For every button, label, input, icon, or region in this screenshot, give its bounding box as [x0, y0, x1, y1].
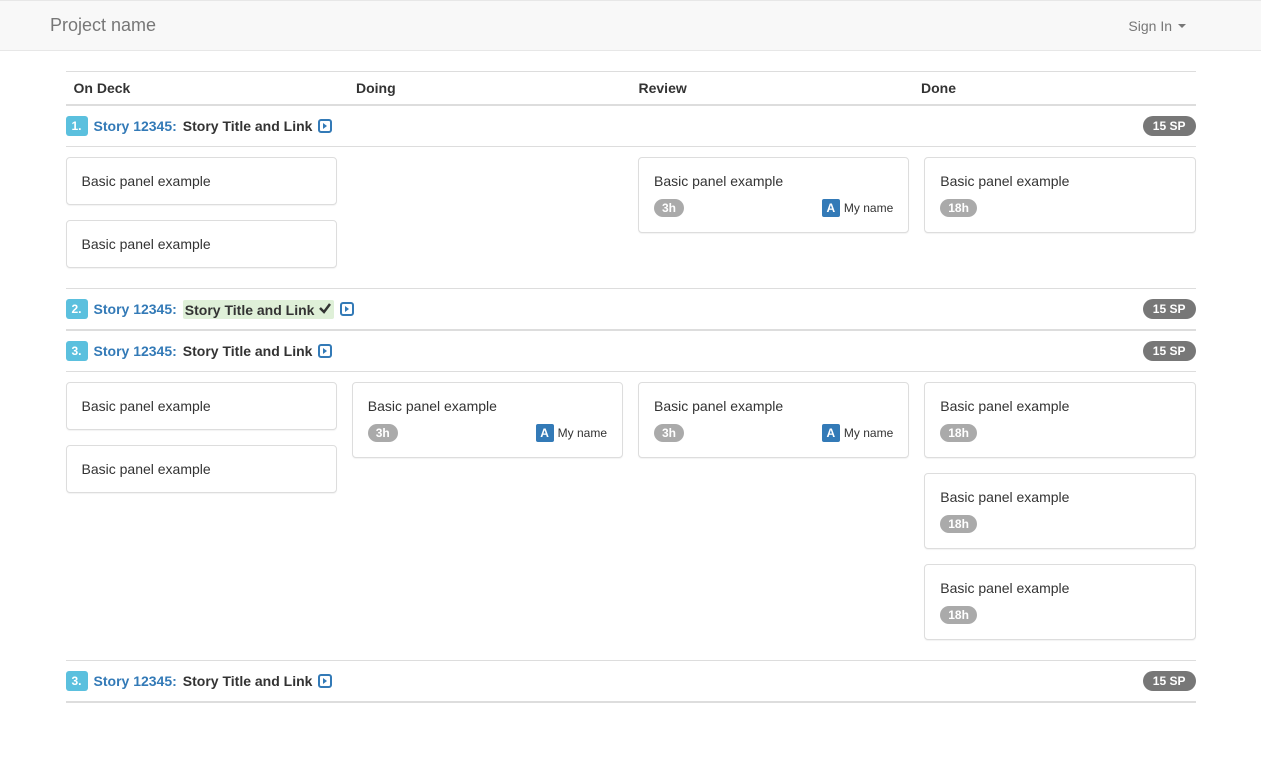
time-badge: 3h	[654, 424, 684, 442]
story-row: 3. Story 12345: Story Title and Link 15 S…	[66, 661, 1196, 703]
brand-link[interactable]: Project name	[15, 15, 156, 36]
time-badge: 3h	[368, 424, 398, 442]
story-number-badge: 3.	[66, 341, 88, 361]
assignee: A My name	[822, 424, 893, 442]
assignee: A My name	[536, 424, 607, 442]
signin-label: Sign In	[1128, 18, 1172, 34]
columns-header: On Deck Doing Review Done	[66, 71, 1196, 106]
card[interactable]: Basic panel example 3h A My name	[638, 157, 909, 233]
column: Basic panel example 3h A My name	[638, 157, 909, 268]
card-text: Basic panel example	[654, 398, 893, 414]
assignee-name: My name	[558, 426, 607, 440]
assignee-name: My name	[844, 201, 893, 215]
story-points-badge: 15 SP	[1143, 671, 1196, 691]
story-header: 1. Story 12345: Story Title and Link 15 S…	[66, 106, 1196, 147]
card-text: Basic panel example	[82, 236, 321, 252]
expand-icon[interactable]	[318, 674, 332, 688]
column-header: Review	[631, 72, 914, 104]
expand-icon[interactable]	[340, 302, 354, 316]
card[interactable]: Basic panel example	[66, 382, 337, 430]
column-header: Doing	[348, 72, 631, 104]
story-header: 3. Story 12345: Story Title and Link 15 S…	[66, 661, 1196, 702]
card-text: Basic panel example	[82, 173, 321, 189]
card-text: Basic panel example	[82, 461, 321, 477]
column: Basic panel example Basic panel example	[66, 157, 337, 268]
column-header: Done	[913, 72, 1196, 104]
column: Basic panel example18hBasic panel exampl…	[924, 382, 1195, 640]
story-link[interactable]: Story 12345:	[94, 118, 177, 134]
story-number-badge: 3.	[66, 671, 88, 691]
story-link[interactable]: Story 12345:	[94, 343, 177, 359]
story-row: 2. Story 12345: Story Title and Link 15 S…	[66, 289, 1196, 331]
column	[352, 157, 623, 268]
time-badge: 18h	[940, 606, 977, 624]
card-text: Basic panel example	[940, 173, 1179, 189]
check-icon	[318, 301, 332, 315]
card[interactable]: Basic panel example 3h A My name	[638, 382, 909, 458]
story-title: Story Title and Link	[183, 118, 313, 134]
card[interactable]: Basic panel example 18h	[924, 473, 1195, 549]
card-text: Basic panel example	[940, 398, 1179, 414]
card-text: Basic panel example	[368, 398, 607, 414]
column: Basic panel example 3h A My name	[638, 382, 909, 640]
story-header: 3. Story 12345: Story Title and Link 15 S…	[66, 331, 1196, 372]
time-badge: 18h	[940, 424, 977, 442]
story-row: 1. Story 12345: Story Title and Link 15 S…	[66, 106, 1196, 289]
story-header: 2. Story 12345: Story Title and Link 15 S…	[66, 289, 1196, 330]
expand-icon[interactable]	[318, 119, 332, 133]
assignee: A My name	[822, 199, 893, 217]
card-text: Basic panel example	[82, 398, 321, 414]
card-text: Basic panel example	[940, 580, 1179, 596]
story-number-badge: 1.	[66, 116, 88, 136]
story-title: Story Title and Link	[183, 343, 313, 359]
column: Basic panel example 3h A My name	[352, 382, 623, 640]
time-badge: 3h	[654, 199, 684, 217]
story-points-badge: 15 SP	[1143, 299, 1196, 319]
cards-row: Basic panel exampleBasic panel exampleBa…	[66, 372, 1196, 660]
avatar: A	[822, 199, 840, 217]
avatar: A	[822, 424, 840, 442]
card-text: Basic panel example	[940, 489, 1179, 505]
column: Basic panel example 18h	[924, 157, 1195, 268]
story-row: 3. Story 12345: Story Title and Link 15 S…	[66, 331, 1196, 661]
story-number-badge: 2.	[66, 299, 88, 319]
card-text: Basic panel example	[654, 173, 893, 189]
navbar: Project name Sign In	[0, 0, 1261, 51]
card[interactable]: Basic panel example 3h A My name	[352, 382, 623, 458]
card[interactable]: Basic panel example	[66, 220, 337, 268]
column: Basic panel example Basic panel example	[66, 382, 337, 640]
card[interactable]: Basic panel example	[66, 157, 337, 205]
column-header: On Deck	[66, 72, 349, 104]
story-title: Story Title and Link	[183, 673, 313, 689]
expand-icon[interactable]	[318, 344, 332, 358]
card[interactable]: Basic panel example 18h	[924, 564, 1195, 640]
card[interactable]: Basic panel example 18h	[924, 382, 1195, 458]
cards-row: Basic panel exampleBasic panel exampleBa…	[66, 147, 1196, 288]
assignee-name: My name	[844, 426, 893, 440]
signin-dropdown[interactable]: Sign In	[1128, 18, 1246, 34]
avatar: A	[536, 424, 554, 442]
card[interactable]: Basic panel example	[66, 445, 337, 493]
story-points-badge: 15 SP	[1143, 341, 1196, 361]
story-points-badge: 15 SP	[1143, 116, 1196, 136]
story-link[interactable]: Story 12345:	[94, 673, 177, 689]
story-title: Story Title and Link	[183, 300, 335, 319]
story-link[interactable]: Story 12345:	[94, 301, 177, 317]
chevron-down-icon	[1178, 24, 1186, 28]
card[interactable]: Basic panel example 18h	[924, 157, 1195, 233]
kanban-board: On Deck Doing Review Done 1. Story 12345:…	[66, 71, 1196, 703]
time-badge: 18h	[940, 515, 977, 533]
time-badge: 18h	[940, 199, 977, 217]
